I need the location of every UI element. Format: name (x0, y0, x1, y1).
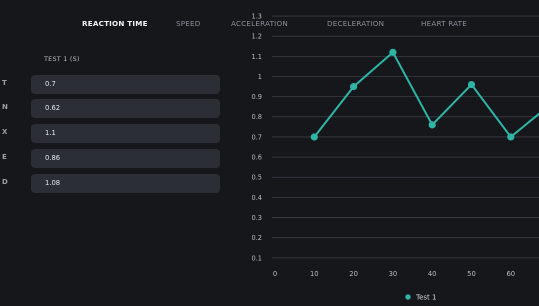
y-tick-label: 0.9 (252, 93, 263, 101)
data-point (507, 133, 515, 141)
x-tick-label: 30 (389, 270, 398, 278)
y-tick-label: 1.2 (252, 33, 263, 41)
data-point (428, 121, 436, 129)
reaction-time-chart: 0.10.20.30.40.50.60.70.80.911.11.21.31.5… (252, 12, 539, 302)
y-tick-label: 1.1 (252, 53, 263, 61)
x-tick-label: 50 (467, 270, 476, 278)
y-tick-label: 0.7 (252, 133, 263, 141)
y-tick-label: 0.8 (252, 113, 263, 121)
legend-marker (405, 294, 411, 300)
series-line (313, 50, 539, 139)
legend-label: Test 1 (415, 294, 436, 302)
x-tick-label: 10 (310, 270, 319, 278)
y-tick-label: 1 (258, 73, 262, 81)
y-tick-label: 0.5 (252, 174, 263, 182)
x-tick-label: 0 (273, 270, 277, 278)
y-tick-label: 0.6 (252, 154, 263, 162)
data-point (350, 82, 358, 91)
data-point (310, 133, 318, 141)
x-tick-label: 40 (428, 270, 437, 278)
x-tick-label: 60 (506, 270, 515, 278)
y-tick-label: 0.3 (252, 214, 263, 222)
x-tick-label: 20 (349, 270, 358, 278)
y-tick-label: 0.1 (252, 254, 263, 262)
y-tick-label: 0.4 (252, 194, 263, 202)
data-point (389, 48, 397, 56)
y-tick-label: 1.3 (252, 12, 263, 20)
y-tick-label: 0.2 (252, 234, 263, 242)
data-point (467, 80, 476, 89)
